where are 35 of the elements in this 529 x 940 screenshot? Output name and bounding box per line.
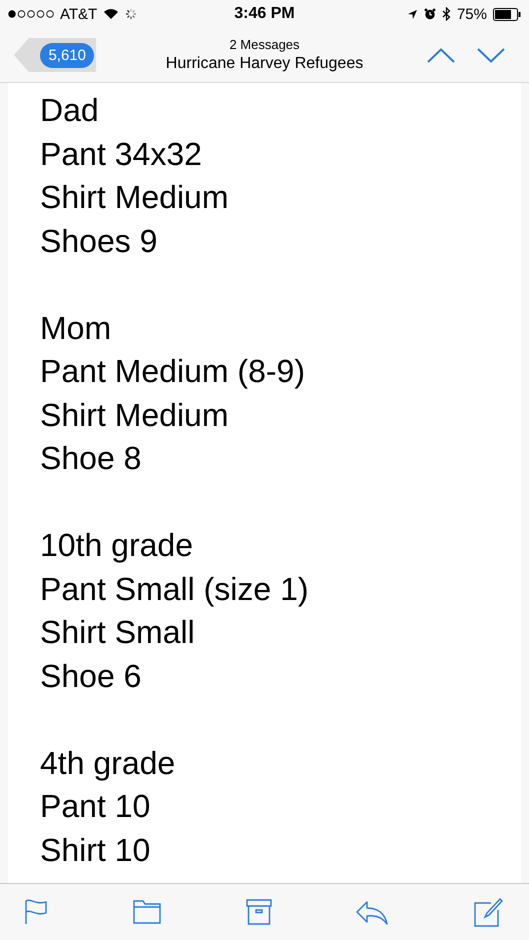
message-line: Shoe 6 [40, 656, 142, 696]
alarm-clock-icon [424, 8, 436, 20]
message-line: Pant Medium (8-9) [40, 352, 306, 391]
message-line: Shoe 8 [40, 439, 142, 478]
bluetooth-icon [442, 7, 451, 21]
thread-title: Hurricane Harvey Refugees [166, 55, 364, 73]
message-line: 10th grade [40, 526, 194, 565]
signal-icon [8, 10, 54, 18]
message-line: Shirt 10 [40, 830, 152, 870]
message-line: Shirt Small [40, 613, 196, 652]
compose-icon[interactable] [473, 897, 503, 927]
wifi-icon [103, 8, 120, 20]
message-line: Shirt Medium [40, 396, 230, 434]
folder-icon[interactable] [132, 900, 161, 924]
message-count: 2 Messages [229, 37, 300, 52]
chevron-up-icon[interactable] [427, 48, 455, 62]
clock-time: 3:46 PM [234, 5, 295, 23]
message-line: Pant Small (size 1) [40, 570, 310, 609]
message-line: Pant 34x32 [40, 134, 203, 174]
carrier: AT&T [60, 6, 98, 22]
battery-percent: 75% [456, 6, 487, 22]
spinner-icon [125, 8, 138, 20]
reply-icon[interactable] [356, 899, 388, 925]
message-line: Shoes 9 [40, 222, 158, 260]
message-line: 4th grade [40, 744, 176, 783]
message-line: Pant 10 [40, 787, 152, 826]
back-button[interactable]: 5,610 [14, 38, 96, 72]
battery-icon [493, 8, 521, 20]
message-line: Shirt Medium [40, 178, 230, 217]
flag-icon[interactable] [24, 899, 48, 925]
message-line: Mom [40, 308, 112, 348]
message-line: Dad [40, 91, 100, 130]
location-arrow-icon [406, 8, 418, 20]
chevron-down-icon[interactable] [477, 48, 505, 62]
archive-box-icon[interactable] [246, 899, 272, 925]
